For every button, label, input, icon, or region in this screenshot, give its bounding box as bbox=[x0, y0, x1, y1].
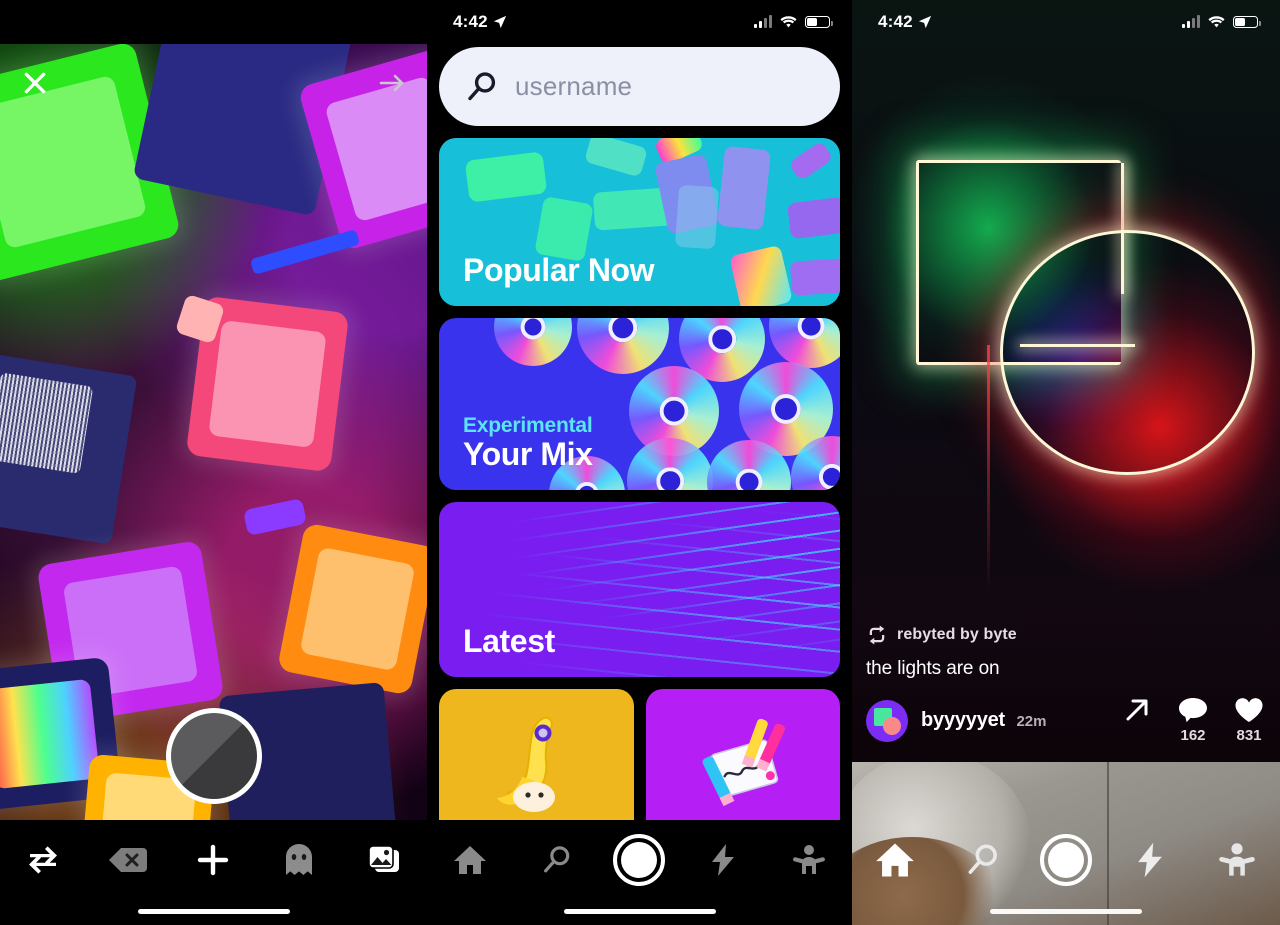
search-icon bbox=[468, 71, 496, 100]
nav-record-button[interactable] bbox=[1039, 834, 1092, 886]
heart-icon bbox=[1235, 698, 1263, 722]
card-popular-now[interactable]: Popular Now bbox=[439, 138, 840, 306]
decor-chip bbox=[787, 196, 840, 240]
status-time: 4:42 bbox=[453, 12, 507, 32]
status-bar: 4:42 bbox=[427, 0, 852, 44]
wifi-icon bbox=[1208, 16, 1225, 28]
search-placeholder: username bbox=[515, 71, 633, 101]
delete-clip-icon[interactable] bbox=[100, 832, 156, 888]
post-meta: rebyted by byte the lights are on byyyyy… bbox=[852, 625, 1280, 762]
home-indicator bbox=[563, 909, 716, 914]
nav-profile-icon[interactable] bbox=[1209, 834, 1265, 886]
nav-home-icon[interactable] bbox=[867, 834, 923, 886]
three-phone-screenshots: 4:42 username Popular Now Experimental Y… bbox=[0, 0, 1280, 925]
notebook-pens-icon bbox=[702, 718, 785, 807]
comment-bubble-icon bbox=[1179, 698, 1207, 723]
explore-content: username Popular Now Experimental Your M… bbox=[427, 44, 852, 820]
decor-cube bbox=[0, 353, 138, 545]
nav-activity-bolt-icon[interactable] bbox=[695, 834, 751, 886]
neon-line-art bbox=[1020, 344, 1135, 347]
cellular-signal-icon bbox=[754, 15, 772, 28]
comments-count: 162 bbox=[1180, 727, 1206, 744]
gallery-icon[interactable] bbox=[356, 832, 412, 888]
search-input[interactable]: username bbox=[439, 47, 840, 126]
decor-disc bbox=[577, 318, 669, 374]
nav-search-icon[interactable] bbox=[954, 834, 1010, 886]
location-arrow-icon bbox=[918, 15, 931, 29]
status-time-label: 4:42 bbox=[453, 12, 488, 31]
wifi-icon bbox=[780, 16, 797, 28]
card-title: Your Mix bbox=[463, 435, 593, 472]
tile-comedy[interactable]: Comedy bbox=[439, 689, 634, 820]
share-button[interactable] bbox=[1120, 697, 1154, 723]
battery-icon bbox=[1233, 16, 1261, 28]
card-title: Latest bbox=[463, 622, 555, 659]
panel-explore: 4:42 username Popular Now Experimental Y… bbox=[427, 0, 852, 925]
post-timestamp: 22m bbox=[1016, 713, 1047, 730]
avatar-circle-shape bbox=[883, 716, 901, 735]
rebyte-icon bbox=[869, 625, 885, 645]
decor-chip bbox=[464, 151, 548, 203]
decor-tile bbox=[276, 522, 427, 696]
rebyte-label: rebyted by byte bbox=[897, 626, 1017, 643]
decor-disc bbox=[494, 318, 572, 366]
decor-chip bbox=[583, 138, 649, 178]
share-arrow-icon bbox=[1126, 699, 1148, 721]
close-icon[interactable] bbox=[14, 62, 56, 104]
neon-circle-art bbox=[1000, 230, 1255, 475]
card-title: Popular Now bbox=[463, 251, 655, 288]
card-latest[interactable]: Latest bbox=[439, 502, 840, 677]
add-icon[interactable] bbox=[185, 832, 241, 888]
neon-stand-art bbox=[987, 345, 990, 595]
rebyte-row: rebyted by byte bbox=[866, 625, 1266, 645]
post-caption: the lights are on bbox=[866, 658, 1000, 679]
status-time-label: 4:42 bbox=[878, 12, 913, 31]
comments-button[interactable]: 162 bbox=[1176, 697, 1210, 744]
decor-chip bbox=[788, 140, 834, 182]
likes-count: 831 bbox=[1236, 727, 1262, 744]
cellular-signal-icon bbox=[1182, 15, 1200, 28]
decor-chip bbox=[729, 244, 793, 306]
battery-icon bbox=[805, 16, 833, 28]
decor-chip bbox=[789, 258, 840, 296]
flip-camera-icon[interactable] bbox=[15, 832, 71, 888]
ghost-icon[interactable] bbox=[271, 832, 327, 888]
nav-record-button[interactable] bbox=[613, 834, 666, 886]
decor-chip bbox=[249, 229, 361, 275]
nav-activity-bolt-icon[interactable] bbox=[1122, 834, 1178, 886]
shutter-button[interactable] bbox=[165, 708, 262, 804]
decor-disc bbox=[769, 318, 840, 368]
post-username[interactable]: byyyyyet bbox=[921, 709, 1005, 731]
nav-search-icon[interactable] bbox=[528, 834, 584, 886]
status-bar: 4:42 bbox=[852, 0, 1280, 44]
card-subtitle: Experimental bbox=[463, 413, 593, 437]
post-user-row: byyyyyet 22m 162 831 bbox=[866, 697, 1266, 744]
nav-home-icon[interactable] bbox=[442, 834, 498, 886]
arrow-right-icon[interactable] bbox=[371, 62, 413, 104]
home-indicator bbox=[137, 909, 290, 914]
banana-emoji-icon bbox=[497, 716, 556, 812]
home-indicator bbox=[990, 909, 1142, 914]
post-actions: 162 831 bbox=[1120, 697, 1266, 744]
decor-chip bbox=[242, 498, 308, 536]
category-tile-row: Comedy bbox=[439, 689, 840, 820]
decor-chip bbox=[674, 184, 720, 250]
decor-chip bbox=[716, 145, 772, 231]
status-time: 4:42 bbox=[878, 12, 932, 32]
nav-profile-icon[interactable] bbox=[781, 834, 837, 886]
panel-feed: 4:42 rebyted by byte the lights are on b… bbox=[852, 0, 1280, 925]
likes-button[interactable]: 831 bbox=[1232, 697, 1266, 744]
card-your-mix[interactable]: Experimental Your Mix bbox=[439, 318, 840, 490]
location-arrow-icon bbox=[493, 15, 506, 29]
panel-camera bbox=[0, 0, 427, 925]
tile-animation[interactable]: Animation bbox=[645, 689, 840, 820]
avatar[interactable] bbox=[866, 699, 908, 742]
